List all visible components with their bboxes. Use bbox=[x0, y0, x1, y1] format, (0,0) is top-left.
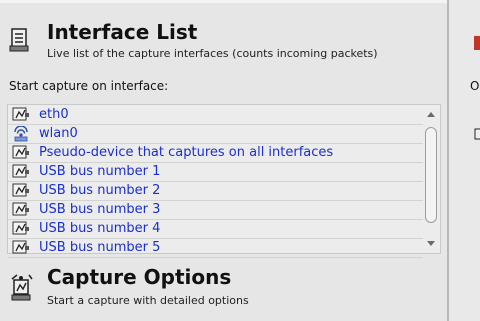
interface-label[interactable]: eth0 bbox=[39, 107, 69, 123]
interface-item-usbmon4[interactable]: USB bus number 4 bbox=[8, 220, 423, 239]
interface-label[interactable]: wlan0 bbox=[39, 126, 78, 142]
wireless-icon bbox=[14, 126, 28, 142]
interface-list-icon bbox=[9, 28, 29, 52]
network-card-icon bbox=[12, 202, 29, 216]
interface-item-usbmon2[interactable]: USB bus number 2 bbox=[8, 182, 423, 201]
top-divider bbox=[0, 0, 447, 3]
capture-options-description: Start a capture with detailed options bbox=[47, 294, 249, 307]
partial-red-icon bbox=[474, 36, 480, 50]
interface-list-scrollbar[interactable] bbox=[424, 107, 438, 251]
interface-list: eth0 wlan0 Pseudo-device that captures o… bbox=[8, 106, 423, 258]
interface-item-wlan0[interactable]: wlan0 bbox=[8, 125, 423, 144]
interface-item-usbmon1[interactable]: USB bus number 1 bbox=[8, 163, 423, 182]
interface-label[interactable]: USB bus number 5 bbox=[39, 240, 160, 256]
network-card-icon bbox=[12, 107, 29, 121]
interface-label[interactable]: USB bus number 3 bbox=[39, 202, 160, 218]
interface-listbox[interactable]: eth0 wlan0 Pseudo-device that captures o… bbox=[7, 104, 441, 258]
network-card-icon bbox=[12, 145, 29, 159]
start-capture-label: Start capture on interface: bbox=[9, 79, 169, 93]
network-card-icon bbox=[12, 183, 29, 197]
interface-label[interactable]: USB bus number 4 bbox=[39, 221, 160, 237]
partial-network-icon bbox=[474, 128, 480, 140]
interface-list-description: Live list of the capture interfaces (cou… bbox=[47, 47, 378, 60]
scroll-down-arrow-icon[interactable] bbox=[425, 239, 437, 249]
network-card-icon bbox=[12, 240, 29, 254]
network-card-icon bbox=[12, 164, 29, 178]
capture-options-icon bbox=[11, 274, 33, 301]
interface-item-usbmon3[interactable]: USB bus number 3 bbox=[8, 201, 423, 220]
network-card-icon bbox=[12, 221, 29, 235]
interface-label[interactable]: USB bus number 1 bbox=[39, 164, 160, 180]
interface-list-title[interactable]: Interface List bbox=[47, 20, 197, 44]
capture-options-title[interactable]: Capture Options bbox=[47, 265, 231, 289]
interface-item-usbmon5[interactable]: USB bus number 5 bbox=[8, 239, 423, 258]
capture-panel: Interface List Live list of the capture … bbox=[0, 0, 447, 321]
interface-label[interactable]: USB bus number 2 bbox=[39, 183, 160, 199]
scroll-up-arrow-icon[interactable] bbox=[425, 109, 437, 119]
interface-item-any[interactable]: Pseudo-device that captures on all inter… bbox=[8, 144, 423, 163]
right-panel-label: O bbox=[470, 79, 480, 93]
scroll-thumb[interactable] bbox=[425, 127, 437, 223]
interface-item-eth0[interactable]: eth0 bbox=[8, 106, 423, 125]
interface-label[interactable]: Pseudo-device that captures on all inter… bbox=[39, 145, 333, 161]
